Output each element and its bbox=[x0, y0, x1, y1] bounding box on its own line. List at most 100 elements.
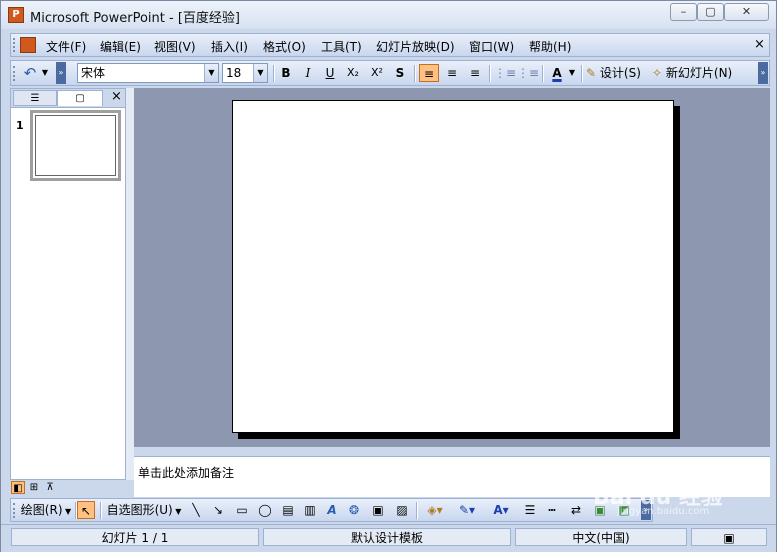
menu-format[interactable]: 格式(O) bbox=[263, 38, 306, 55]
superscript-button[interactable]: X² bbox=[367, 64, 387, 82]
new-slide-button[interactable]: ✧ 新幻灯片(N) bbox=[652, 64, 742, 82]
menu-view[interactable]: 视图(V) bbox=[154, 38, 196, 55]
vertical-textbox-icon[interactable]: ▥ bbox=[301, 501, 319, 519]
menu-window[interactable]: 窗口(W) bbox=[469, 38, 514, 55]
slides-icon: ▢ bbox=[75, 93, 85, 104]
drawing-toolbar: 绘图(R) ▼ ↖ 自选图形(U) ▼ ╲ ↘ ▭ ◯ ▤ ▥ A ❂ ▣ ▨ … bbox=[10, 498, 653, 522]
thumbnail-frame bbox=[35, 115, 116, 176]
normal-view-icon[interactable]: ◧ bbox=[11, 481, 25, 494]
maximize-button[interactable]: ▢ bbox=[697, 3, 724, 21]
font-color-icon[interactable]: A▾ bbox=[487, 501, 515, 519]
notes-splitter[interactable] bbox=[134, 447, 770, 456]
oval-icon[interactable]: ◯ bbox=[255, 501, 275, 519]
undo-dropdown-icon[interactable]: ▼ bbox=[40, 64, 50, 82]
font-name-select[interactable]: 宋体 ▼ bbox=[77, 63, 219, 83]
design-label: 设计(S) bbox=[599, 66, 641, 80]
menu-tools[interactable]: 工具(T) bbox=[321, 38, 362, 55]
toolbar-grip[interactable] bbox=[13, 66, 18, 81]
toolbar-separator bbox=[414, 65, 416, 82]
menu-file[interactable]: 文件(F) bbox=[46, 38, 86, 55]
toolbar-separator bbox=[489, 65, 491, 82]
slides-panel: ☰ ▢ × 1 bbox=[10, 88, 126, 480]
arrow-icon[interactable]: ↘ bbox=[209, 501, 227, 519]
formatting-toolbar: ↶ ▼ » 宋体 ▼ 18 ▼ B I U X₂ X² S ≡ ≡ ≡ ⋮≡ ⋮… bbox=[10, 60, 770, 86]
new-slide-label: 新幻灯片(N) bbox=[665, 66, 733, 80]
chevron-down-icon[interactable]: ▼ bbox=[204, 64, 218, 82]
bold-button[interactable]: B bbox=[277, 64, 295, 82]
close-window-button[interactable]: ✕ bbox=[724, 3, 769, 21]
underline-button[interactable]: U bbox=[321, 64, 339, 82]
line-style-icon[interactable]: ☰ bbox=[521, 501, 539, 519]
tab-slides[interactable]: ▢ bbox=[57, 90, 103, 106]
draw-menu-button[interactable]: 绘图(R) ▼ bbox=[20, 501, 72, 519]
panel-tabs: ☰ ▢ × bbox=[11, 89, 125, 108]
undo-icon[interactable]: ↶ bbox=[21, 64, 39, 82]
shadow-button[interactable]: S bbox=[391, 64, 409, 82]
menu-insert[interactable]: 插入(I) bbox=[211, 38, 248, 55]
status-language: 中文(中国) bbox=[515, 528, 687, 546]
dash-style-icon[interactable]: ┅ bbox=[543, 501, 561, 519]
toolbar-separator bbox=[273, 65, 275, 82]
chevron-down-icon[interactable]: ▼ bbox=[253, 64, 267, 82]
font-name-value: 宋体 bbox=[81, 66, 106, 80]
panel-scrollbar[interactable] bbox=[126, 88, 134, 480]
menu-bar: 文件(F) 编辑(E) 视图(V) 插入(I) 格式(O) 工具(T) 幻灯片放… bbox=[10, 33, 770, 57]
tab-outline[interactable]: ☰ bbox=[13, 90, 57, 106]
autoshapes-menu-button[interactable]: 自选图形(U) ▼ bbox=[105, 501, 183, 519]
select-pointer-icon[interactable]: ↖ bbox=[77, 501, 95, 519]
draw-label: 绘图(R) bbox=[20, 503, 63, 517]
powerpoint-app-icon[interactable]: P bbox=[8, 7, 24, 23]
line-icon[interactable]: ╲ bbox=[187, 501, 205, 519]
diagram-icon[interactable]: ❂ bbox=[345, 501, 363, 519]
picture-icon[interactable]: ▨ bbox=[393, 501, 411, 519]
clipart-icon[interactable]: ▣ bbox=[369, 501, 387, 519]
slideshow-icon[interactable]: ⊼ bbox=[43, 481, 57, 494]
toolbar-options-icon[interactable]: » bbox=[56, 62, 66, 84]
close-document-button[interactable]: × bbox=[754, 37, 765, 52]
toolbar-grip[interactable] bbox=[13, 503, 18, 518]
slide-sorter-icon[interactable]: ⊞ bbox=[27, 481, 41, 494]
align-left-button[interactable]: ≡ bbox=[419, 64, 439, 82]
minimize-button[interactable]: – bbox=[670, 3, 697, 21]
slide-canvas[interactable] bbox=[232, 100, 674, 433]
line-color-icon[interactable]: ✎▾ bbox=[453, 501, 481, 519]
fill-color-icon[interactable]: ◈▾ bbox=[421, 501, 449, 519]
font-size-select[interactable]: 18 ▼ bbox=[222, 63, 268, 83]
slide-editing-area bbox=[134, 88, 770, 447]
font-color-button[interactable]: A bbox=[547, 64, 567, 82]
menu-help[interactable]: 帮助(H) bbox=[529, 38, 571, 55]
menu-edit[interactable]: 编辑(E) bbox=[100, 38, 141, 55]
font-color-dropdown-icon[interactable]: ▼ bbox=[567, 64, 577, 82]
powerpoint-window: P Microsoft PowerPoint - [百度经验] – ▢ ✕ 文件… bbox=[0, 0, 777, 552]
status-bar: 幻灯片 1 / 1 默认设计模板 中文(中国) ▣ bbox=[1, 524, 776, 552]
view-buttons: ◧ ⊞ ⊼ bbox=[10, 480, 126, 496]
autoshapes-label: 自选图形(U) bbox=[106, 503, 173, 517]
design-button[interactable]: ✎ 设计(S) bbox=[586, 64, 648, 82]
design-icon: ✎ bbox=[586, 66, 597, 80]
notes-placeholder: 单击此处添加备注 bbox=[138, 466, 235, 480]
menu-grip[interactable] bbox=[13, 38, 18, 52]
slide-thumbnail[interactable] bbox=[30, 110, 121, 181]
toolbar-options-icon[interactable]: » bbox=[758, 62, 768, 84]
slide-number: 1 bbox=[16, 119, 24, 132]
chevron-down-icon: ▼ bbox=[62, 507, 72, 516]
spelling-status-icon[interactable]: ▣ bbox=[691, 528, 767, 546]
toolbar-separator bbox=[581, 65, 583, 82]
new-slide-icon: ✧ bbox=[652, 66, 663, 80]
baidu-watermark-url: jingyan.baidu.com bbox=[617, 506, 710, 517]
document-icon[interactable] bbox=[20, 37, 36, 53]
rectangle-icon[interactable]: ▭ bbox=[232, 501, 252, 519]
italic-button[interactable]: I bbox=[299, 64, 317, 82]
wordart-icon[interactable]: A bbox=[323, 501, 341, 519]
toolbar-separator bbox=[416, 502, 418, 519]
arrow-style-icon[interactable]: ⇄ bbox=[567, 501, 585, 519]
window-title: Microsoft PowerPoint - [百度经验] bbox=[30, 11, 240, 26]
subscript-button[interactable]: X₂ bbox=[343, 64, 363, 82]
align-center-button[interactable]: ≡ bbox=[442, 64, 462, 82]
textbox-icon[interactable]: ▤ bbox=[279, 501, 297, 519]
close-panel-button[interactable]: × bbox=[111, 89, 122, 104]
align-right-button[interactable]: ≡ bbox=[465, 64, 485, 82]
bullets-button[interactable]: ⋮≡ bbox=[517, 64, 539, 82]
numbering-button[interactable]: ⋮≡ bbox=[494, 64, 516, 82]
menu-slideshow[interactable]: 幻灯片放映(D) bbox=[376, 38, 455, 55]
